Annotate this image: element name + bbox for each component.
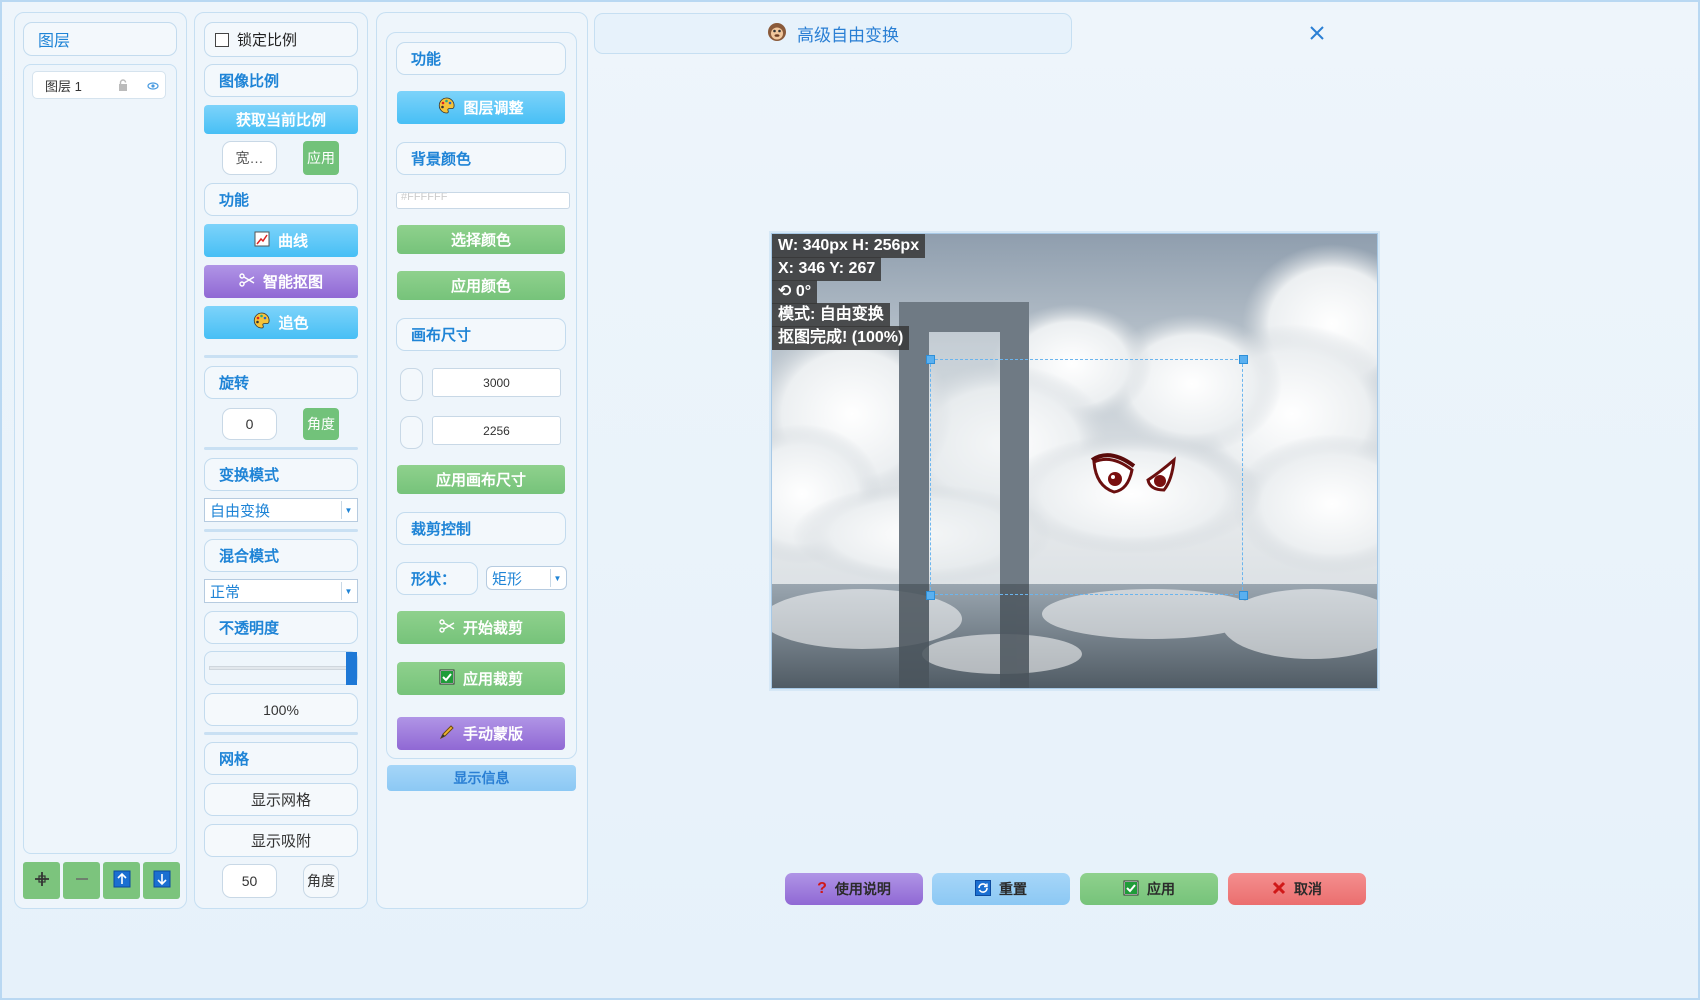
pencil-icon xyxy=(439,724,455,744)
blend-mode-select[interactable]: 正常 ▼ xyxy=(204,579,358,603)
slider-thumb[interactable] xyxy=(346,652,357,685)
reset-button[interactable]: 重置 xyxy=(932,873,1070,905)
move-layer-button[interactable] xyxy=(23,862,60,899)
rotate-input[interactable]: 0 xyxy=(222,408,277,440)
arrow-up-icon xyxy=(113,870,131,892)
rotate-icon: ⟲ xyxy=(778,283,792,300)
layer-down-button[interactable] xyxy=(143,862,180,899)
scissors-icon xyxy=(239,272,255,291)
slider-track xyxy=(209,666,353,670)
layer-item[interactable]: 图层 1 xyxy=(32,71,166,99)
opacity-value: 100% xyxy=(204,693,358,726)
grid-size-input[interactable]: 50 xyxy=(222,864,277,898)
start-crop-button[interactable]: 开始裁剪 xyxy=(397,611,565,644)
refresh-icon xyxy=(975,879,991,899)
layer-name: 图层 1 xyxy=(45,78,82,94)
arrow-down-icon xyxy=(153,870,171,892)
question-icon: ? xyxy=(817,880,827,897)
smart-cutout-button[interactable]: 智能抠图 xyxy=(204,265,358,298)
opacity-header: 不透明度 xyxy=(204,611,358,644)
rotate-angle-button[interactable]: 角度 xyxy=(303,408,339,440)
canvas-size-header: 画布尺寸 xyxy=(396,318,566,351)
checkbox-icon xyxy=(215,32,229,47)
minus-icon xyxy=(73,870,91,892)
layers-list xyxy=(23,64,177,854)
monkey-face-icon xyxy=(767,22,787,46)
rotation-readout: ⟲ 0° xyxy=(772,280,818,304)
shape-select[interactable]: 矩形 ▼ xyxy=(486,566,567,590)
rotate-header: 旋转 xyxy=(204,366,358,399)
chevron-down-icon: ▼ xyxy=(341,582,355,600)
function-header-2: 功能 xyxy=(396,42,566,75)
show-info-button[interactable]: 显示信息 xyxy=(387,765,576,791)
opacity-slider[interactable] xyxy=(204,651,358,685)
blend-mode-header: 混合模式 xyxy=(204,539,358,572)
apply-crop-button[interactable]: 应用裁剪 xyxy=(397,662,565,695)
close-icon[interactable] xyxy=(1308,24,1326,42)
scissors-icon xyxy=(439,618,455,637)
canvas-width-label xyxy=(400,368,423,401)
layer-up-button[interactable] xyxy=(103,862,140,899)
crop-control-header: 裁剪控制 xyxy=(396,512,566,545)
eye-icon[interactable] xyxy=(147,80,159,95)
chevron-down-icon: ▼ xyxy=(550,569,564,587)
remove-layer-button[interactable] xyxy=(63,862,100,899)
apply-ratio-button[interactable]: 应用 xyxy=(303,141,339,175)
bg-color-header: 背景颜色 xyxy=(396,142,566,175)
grid-header: 网格 xyxy=(204,742,358,775)
show-snap-button[interactable]: 显示吸附 xyxy=(204,824,358,857)
resize-handle-nw[interactable] xyxy=(926,355,935,364)
canvas-width-input[interactable]: 3000 xyxy=(432,368,561,397)
lock-ratio-label: 锁定比例 xyxy=(237,32,298,49)
cancel-button[interactable]: 取消 xyxy=(1228,873,1366,905)
canvas-height-label xyxy=(400,416,423,449)
curve-button[interactable]: 曲线 xyxy=(204,224,358,257)
manual-mask-button[interactable]: 手动蒙版 xyxy=(397,717,565,750)
color-tracking-button[interactable]: 追色 xyxy=(204,306,358,339)
size-readout: W: 340px H: 256px xyxy=(772,234,926,258)
width-input[interactable]: 宽… xyxy=(222,141,277,175)
grid-size-button[interactable]: 角度 xyxy=(303,864,339,898)
bg-color-input[interactable]: #FFFFFF xyxy=(396,192,570,209)
status-readout: 抠图完成! (100%) xyxy=(772,326,910,350)
lock-ratio-checkbox[interactable]: 锁定比例 xyxy=(204,22,358,57)
divider xyxy=(204,732,358,735)
resize-handle-sw[interactable] xyxy=(926,591,935,600)
shape-label: 形状： xyxy=(396,562,478,595)
layer-adjust-button[interactable]: 图层调整 xyxy=(397,91,565,124)
function-header: 功能 xyxy=(204,183,358,216)
canvas-preview[interactable]: W: 340px H: 256px X: 346 Y: 267 ⟲ 0° 模式:… xyxy=(771,233,1378,689)
get-ratio-button[interactable]: 获取当前比例 xyxy=(204,105,358,134)
divider xyxy=(204,355,358,358)
apply-canvas-size-button[interactable]: 应用画布尺寸 xyxy=(397,465,565,494)
layers-header: 图层 xyxy=(23,22,177,56)
position-readout: X: 346 Y: 267 xyxy=(772,257,882,281)
apply-button[interactable]: 应用 xyxy=(1080,873,1218,905)
divider xyxy=(204,447,358,450)
resize-handle-se[interactable] xyxy=(1239,591,1248,600)
canvas-height-input[interactable]: 2256 xyxy=(432,416,561,445)
apply-color-button[interactable]: 应用颜色 xyxy=(397,271,565,300)
mode-readout: 模式: 自由变换 xyxy=(772,303,890,327)
move-icon xyxy=(33,870,51,892)
x-icon xyxy=(1272,881,1286,898)
resize-handle-ne[interactable] xyxy=(1239,355,1248,364)
transform-mode-header: 变换模式 xyxy=(204,458,358,491)
checkmark-icon xyxy=(1123,880,1139,899)
show-grid-button[interactable]: 显示网格 xyxy=(204,783,358,816)
transform-mode-select[interactable]: 自由变换 ▼ xyxy=(204,498,358,522)
palette-icon xyxy=(438,97,455,118)
help-button[interactable]: ? 使用说明 xyxy=(785,873,923,905)
checkmark-icon xyxy=(439,669,455,689)
selection-box[interactable] xyxy=(930,359,1243,595)
title-bar: 高级自由变换 xyxy=(594,13,1072,54)
image-ratio-header: 图像比例 xyxy=(204,64,358,97)
palette-icon xyxy=(253,312,270,333)
chevron-down-icon: ▼ xyxy=(341,501,355,519)
select-color-button[interactable]: 选择颜色 xyxy=(397,225,565,254)
window-title: 高级自由变换 xyxy=(797,26,899,46)
lock-icon[interactable] xyxy=(117,79,129,95)
chart-icon xyxy=(254,231,270,251)
divider xyxy=(204,529,358,532)
